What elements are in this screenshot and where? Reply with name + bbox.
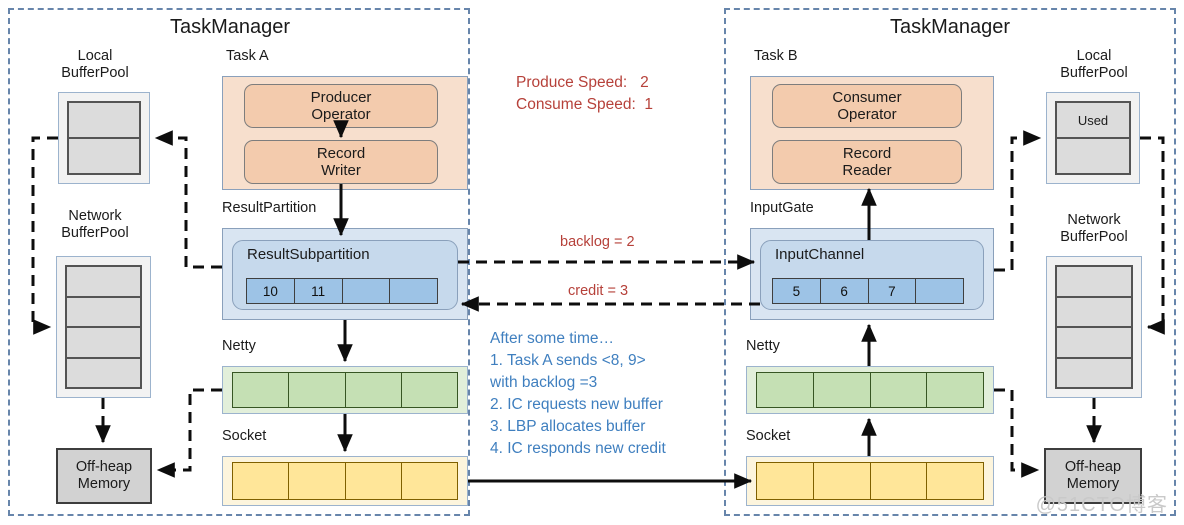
right-network-bufferpool bbox=[1046, 256, 1142, 398]
result-subpartition-label: ResultSubpartition bbox=[247, 246, 370, 263]
buffer-cell: 6 bbox=[820, 279, 869, 303]
buffer-cell bbox=[390, 279, 437, 303]
left-local-bufferpool-cells bbox=[67, 101, 141, 175]
input-gate-label: InputGate bbox=[750, 200, 814, 216]
watermark: @51CTO博客 bbox=[1035, 494, 1168, 516]
right-local-bufferpool: Used bbox=[1046, 92, 1140, 184]
left-network-bufferpool-cells bbox=[65, 265, 142, 389]
right-netty-label: Netty bbox=[746, 338, 780, 354]
buffer-cell bbox=[916, 279, 963, 303]
left-netty-label: Netty bbox=[222, 338, 256, 354]
right-socket-buffers bbox=[756, 462, 984, 500]
left-network-bufferpool bbox=[56, 256, 151, 398]
netty-cell bbox=[927, 373, 983, 407]
left-socket-buffers bbox=[232, 462, 458, 500]
pool-cell bbox=[69, 103, 139, 139]
socket-cell bbox=[870, 463, 928, 499]
socket-cell bbox=[813, 463, 871, 499]
credit-annotation: credit = 3 bbox=[568, 283, 629, 299]
result-subpartition-buffers: 10 11 bbox=[246, 278, 438, 304]
consumer-operator-box: Consumer Operator bbox=[772, 84, 962, 128]
socket-cell bbox=[401, 463, 457, 499]
pool-cell bbox=[1057, 298, 1131, 328]
netty-cell bbox=[233, 373, 290, 407]
right-socket-label: Socket bbox=[746, 428, 791, 444]
socket-cell bbox=[289, 463, 346, 499]
pool-cell-used: Used bbox=[1057, 103, 1129, 139]
buffer-cell: 7 bbox=[868, 279, 917, 303]
buffer-cell: 11 bbox=[294, 279, 343, 303]
diagram-canvas: TaskManager Local BufferPool Network Buf… bbox=[0, 0, 1184, 525]
socket-cell bbox=[345, 463, 402, 499]
left-network-bufferpool-label: Network BufferPool bbox=[61, 208, 129, 242]
socket-cell bbox=[927, 463, 983, 499]
pool-cell bbox=[1057, 359, 1131, 388]
backlog-annotation: backlog = 2 bbox=[560, 234, 635, 250]
left-task-label: Task A bbox=[226, 48, 269, 64]
pool-cell bbox=[1057, 328, 1131, 359]
right-local-bufferpool-label: Local BufferPool bbox=[1060, 48, 1128, 82]
steps-annotation: After some time… 1. Task A sends <8, 9> … bbox=[490, 330, 666, 457]
netty-cell bbox=[813, 373, 871, 407]
buffer-cell: 10 bbox=[247, 279, 295, 303]
left-socket-label: Socket bbox=[222, 428, 267, 444]
speed-annotation: Produce Speed: 2 Consume Speed: 1 bbox=[516, 74, 654, 113]
pool-cell bbox=[67, 298, 140, 328]
left-netty-buffers bbox=[232, 372, 458, 408]
result-partition-label: ResultPartition bbox=[222, 200, 317, 216]
buffer-cell: 5 bbox=[773, 279, 821, 303]
left-taskmanager-title: TaskManager bbox=[170, 16, 291, 38]
pool-cell bbox=[1057, 267, 1131, 298]
left-local-bufferpool-label: Local BufferPool bbox=[61, 48, 129, 82]
right-netty-buffers bbox=[756, 372, 984, 408]
pool-cell bbox=[1057, 139, 1129, 173]
netty-cell bbox=[401, 373, 457, 407]
right-local-bufferpool-cells: Used bbox=[1055, 101, 1131, 175]
pool-cell bbox=[67, 328, 140, 359]
right-network-bufferpool-cells bbox=[1055, 265, 1133, 389]
left-local-bufferpool bbox=[58, 92, 150, 184]
input-channel-label: InputChannel bbox=[775, 246, 865, 263]
netty-cell bbox=[870, 373, 928, 407]
pool-cell bbox=[67, 267, 140, 298]
socket-cell bbox=[233, 463, 290, 499]
left-offheap-memory: Off-heap Memory bbox=[56, 448, 152, 504]
record-reader-box: Record Reader bbox=[772, 140, 962, 184]
producer-operator-box: Producer Operator bbox=[244, 84, 438, 128]
netty-cell bbox=[757, 373, 814, 407]
right-task-label: Task B bbox=[754, 48, 798, 64]
buffer-cell bbox=[342, 279, 391, 303]
netty-cell bbox=[345, 373, 402, 407]
socket-cell bbox=[757, 463, 814, 499]
record-writer-box: Record Writer bbox=[244, 140, 438, 184]
right-taskmanager-title: TaskManager bbox=[890, 16, 1011, 38]
right-network-bufferpool-label: Network BufferPool bbox=[1060, 212, 1128, 246]
input-channel-buffers: 5 6 7 bbox=[772, 278, 964, 304]
pool-cell bbox=[69, 139, 139, 173]
pool-cell bbox=[67, 359, 140, 388]
netty-cell bbox=[289, 373, 346, 407]
